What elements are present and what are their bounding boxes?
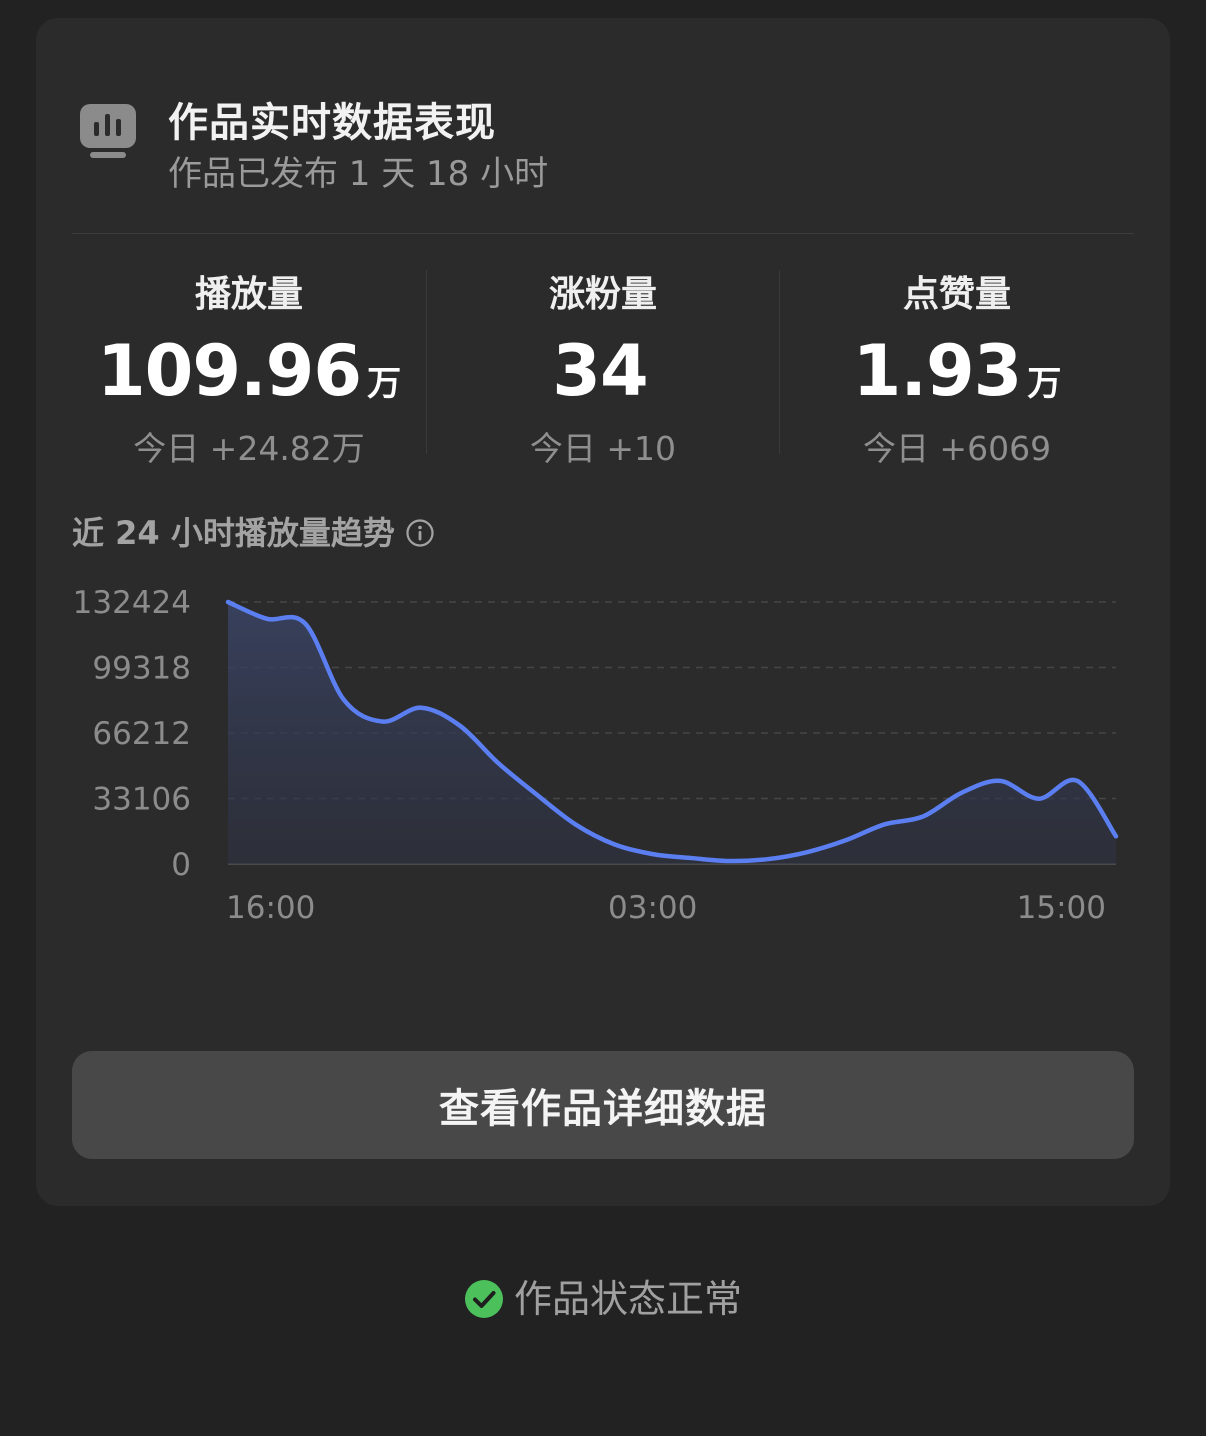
stat-value: 1.93 (852, 330, 1023, 412)
y-tick-label: 66212 (92, 716, 191, 752)
publish-time-subtitle: 作品已发布 1 天 18 小时 (168, 154, 549, 194)
page-title: 作品实时数据表现 (168, 100, 496, 146)
x-tick-label: 15:00 (1017, 890, 1106, 926)
info-circle-icon[interactable] (405, 518, 435, 548)
stat-label: 播放量 (194, 274, 303, 315)
y-tick-label: 0 (171, 847, 191, 883)
stat-likes[interactable]: 点赞量 1.93 万 今日 +6069 (780, 270, 1134, 470)
header-divider (72, 233, 1134, 234)
status-text: 作品状态正常 (513, 1277, 742, 1321)
y-tick-label: 33106 (92, 782, 191, 818)
trend-title-text: 近 24 小时播放量趋势 (72, 514, 395, 552)
check-circle-icon (464, 1279, 504, 1319)
trend-title: 近 24 小时播放量趋势 (72, 508, 435, 554)
stat-plays[interactable]: 播放量 109.96 万 今日 +24.82万 (72, 270, 426, 470)
trend-chart[interactable]: 0 33106 66212 99318 132424 16:00 03:00 15:00 (36, 578, 1170, 958)
stat-unit: 万 (367, 364, 402, 404)
stat-delta: 今日 +6069 (862, 429, 1052, 468)
view-details-button[interactable]: 查看作品详细数据 (72, 1051, 1134, 1159)
work-status: 作品状态正常 (0, 1268, 1206, 1323)
x-tick-label: 03:00 (608, 890, 697, 926)
x-tick-label: 16:00 (226, 890, 315, 926)
stat-label: 点赞量 (902, 274, 1011, 315)
stat-value: 34 (552, 330, 648, 412)
bar-chart-monitor-icon (80, 104, 136, 176)
work-data-card: 作品实时数据表现 作品已发布 1 天 18 小时 播放量 109.96 万 今日 … (36, 18, 1170, 1206)
stat-value: 109.96 (96, 330, 362, 412)
stat-delta: 今日 +24.82万 (133, 429, 365, 468)
stat-label: 涨粉量 (548, 274, 657, 315)
stat-unit: 万 (1027, 364, 1062, 404)
stat-followers[interactable]: 涨粉量 34 今日 +10 (426, 270, 780, 470)
y-tick-label: 99318 (92, 651, 191, 687)
y-tick-label: 132424 (73, 585, 191, 621)
stat-delta: 今日 +10 (529, 429, 677, 468)
